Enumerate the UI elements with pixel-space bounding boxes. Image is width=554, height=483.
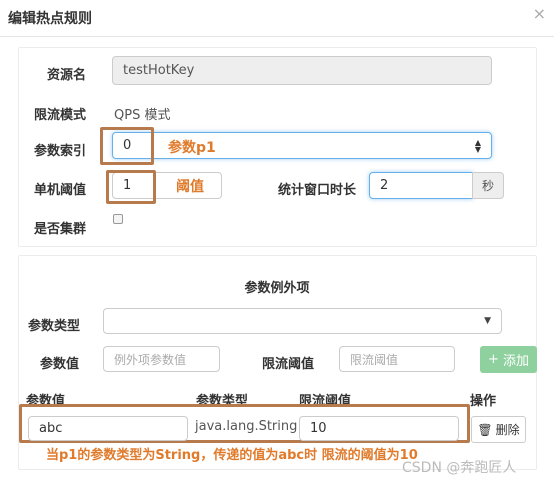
window-unit: 秒: [472, 172, 504, 199]
window-input[interactable]: 2: [369, 172, 473, 199]
row-value-input[interactable]: abc: [28, 416, 188, 441]
mode-value: QPS 模式: [114, 108, 171, 123]
threshold-label: 单机阈值: [33, 183, 86, 198]
param-index-highlight: [100, 127, 154, 165]
plus-icon: +: [488, 352, 499, 367]
param-value-label: 参数值: [40, 357, 80, 372]
param-type-select[interactable]: ▼: [103, 308, 502, 334]
add-button-label: 添加: [502, 354, 529, 369]
limit-placeholder: 限流阈值: [350, 352, 399, 367]
cluster-checkbox[interactable]: [113, 214, 123, 224]
exceptions-title: 参数例外项: [244, 281, 310, 296]
window-value: 2: [380, 178, 389, 193]
resource-field: testHotKey: [112, 56, 492, 85]
threshold-annotation: 阈值: [176, 179, 204, 195]
add-button[interactable]: + 添加: [480, 346, 537, 373]
modal-title: 编辑热点规则: [8, 11, 92, 27]
stepper-icon[interactable]: ▲ ▼: [475, 138, 481, 153]
trash-icon: 🗑: [477, 422, 493, 437]
resource-label: 资源名: [46, 68, 86, 83]
param-value-placeholder: 例外项参数值: [114, 352, 187, 367]
dropdown-caret-icon: ▼: [484, 316, 491, 326]
threshold-highlight: [106, 170, 156, 204]
limit-input[interactable]: 限流阈值: [339, 346, 455, 372]
watermark: CSDN @奔跑匠人: [402, 460, 517, 476]
row-limit-input[interactable]: 10: [299, 416, 459, 441]
row-value: abc: [39, 421, 63, 436]
delete-button-label: 删除: [495, 423, 520, 437]
row-limit: 10: [310, 421, 327, 436]
cluster-label: 是否集群: [33, 222, 86, 237]
param-value-input[interactable]: 例外项参数值: [103, 346, 220, 372]
col-header-action: 操作: [470, 394, 497, 409]
param-type-label: 参数类型: [28, 319, 81, 334]
close-icon[interactable]: ×: [533, 4, 546, 23]
delete-button[interactable]: 🗑 删除: [471, 416, 526, 443]
param-index-label: 参数索引: [33, 144, 86, 159]
param-index-annotation: 参数p1: [168, 140, 216, 156]
row-type: java.lang.String: [195, 419, 298, 434]
window-label: 统计窗口时长: [278, 183, 357, 198]
mode-label: 限流模式: [33, 108, 86, 123]
header-divider: [0, 36, 554, 37]
limit-label: 限流阈值: [262, 357, 315, 372]
footer-annotation: 当p1的参数类型为String，传递的值为abc时 限流的阈值为10: [46, 448, 418, 463]
